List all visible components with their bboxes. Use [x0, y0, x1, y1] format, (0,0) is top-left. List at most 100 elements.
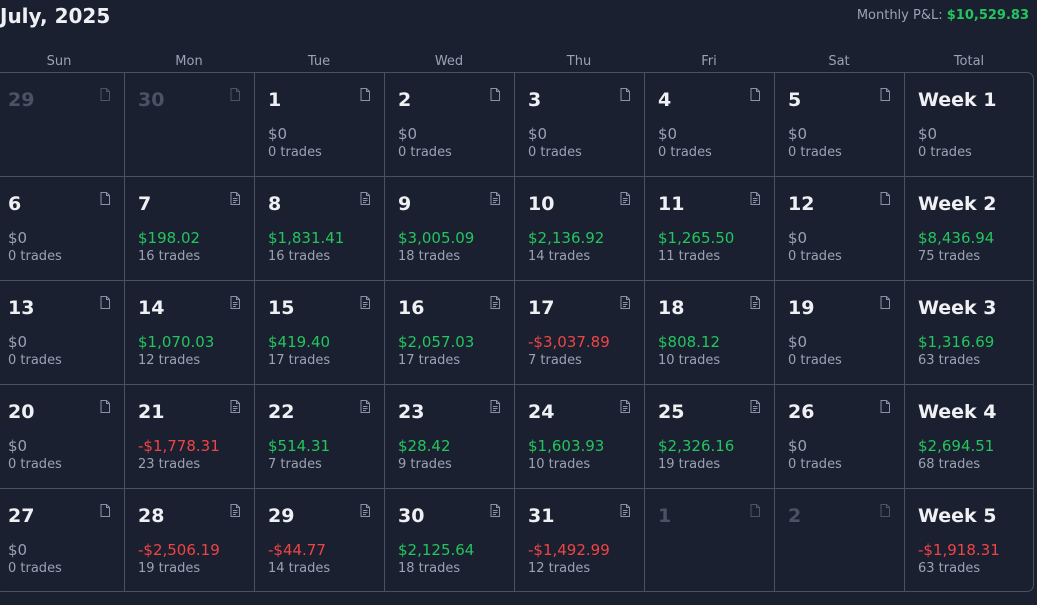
day-number: 22 — [268, 401, 295, 423]
dow-wed: Wed — [434, 54, 464, 69]
blank-note-icon[interactable] — [880, 294, 890, 309]
blank-note-icon[interactable] — [360, 86, 370, 101]
day-cell[interactable]: 23 $28.42 9 trades — [385, 385, 515, 489]
blank-note-icon[interactable] — [490, 86, 500, 101]
note-icon[interactable] — [490, 502, 500, 517]
note-icon[interactable] — [360, 398, 370, 413]
note-icon[interactable] — [490, 398, 500, 413]
day-cell[interactable]: 8 $1,831.41 16 trades — [255, 177, 385, 281]
day-cell[interactable]: 13 $0 0 trades — [0, 281, 125, 385]
day-trade-count: 18 trades — [398, 249, 461, 264]
day-cell[interactable]: 4 $0 0 trades — [645, 73, 775, 177]
day-number: 1 — [658, 505, 672, 527]
day-number: 9 — [398, 193, 412, 215]
month-title: July, 2025 — [0, 4, 111, 28]
note-icon[interactable] — [620, 294, 630, 309]
note-icon[interactable] — [360, 294, 370, 309]
day-cell[interactable]: 1 — [645, 489, 775, 591]
blank-note-icon[interactable] — [100, 190, 110, 205]
note-icon[interactable] — [230, 502, 240, 517]
day-cell[interactable]: 31 -$1,492.99 12 trades — [515, 489, 645, 591]
day-cell[interactable]: 5 $0 0 trades — [775, 73, 905, 177]
day-cell[interactable]: 2 $0 0 trades — [385, 73, 515, 177]
day-cell[interactable]: 18 $808.12 10 trades — [645, 281, 775, 385]
day-cell[interactable]: 1 $0 0 trades — [255, 73, 385, 177]
day-cell[interactable]: 10 $2,136.92 14 trades — [515, 177, 645, 281]
day-cell[interactable]: 16 $2,057.03 17 trades — [385, 281, 515, 385]
note-icon[interactable] — [490, 294, 500, 309]
note-icon[interactable] — [230, 190, 240, 205]
note-icon[interactable] — [360, 190, 370, 205]
day-trade-count: 0 trades — [528, 145, 582, 160]
day-pnl: $0 — [8, 229, 28, 247]
blank-note-icon[interactable] — [100, 502, 110, 517]
blank-note-icon[interactable] — [100, 294, 110, 309]
day-cell[interactable]: 29 — [0, 73, 125, 177]
note-icon[interactable] — [230, 294, 240, 309]
day-cell[interactable]: 21 -$1,778.31 23 trades — [125, 385, 255, 489]
blank-note-icon — [880, 502, 890, 517]
day-cell[interactable]: 17 -$3,037.89 7 trades — [515, 281, 645, 385]
day-number: 31 — [528, 505, 555, 527]
day-cell[interactable]: 14 $1,070.03 12 trades — [125, 281, 255, 385]
day-cell[interactable]: 12 $0 0 trades — [775, 177, 905, 281]
week-trade-count: 68 trades — [918, 457, 981, 472]
day-trade-count: 10 trades — [528, 457, 591, 472]
day-cell[interactable]: 7 $198.02 16 trades — [125, 177, 255, 281]
day-number: 28 — [138, 505, 165, 527]
blank-note-icon[interactable] — [750, 86, 760, 101]
note-icon[interactable] — [490, 190, 500, 205]
day-cell[interactable]: 9 $3,005.09 18 trades — [385, 177, 515, 281]
note-icon[interactable] — [620, 398, 630, 413]
day-cell[interactable]: 2 — [775, 489, 905, 591]
day-trade-count: 7 trades — [528, 353, 582, 368]
day-cell[interactable]: 22 $514.31 7 trades — [255, 385, 385, 489]
day-pnl: $1,831.41 — [268, 229, 345, 247]
day-trade-count: 16 trades — [138, 249, 201, 264]
week-pnl: -$1,918.31 — [918, 541, 1000, 559]
day-trade-count: 12 trades — [138, 353, 201, 368]
day-cell[interactable]: 19 $0 0 trades — [775, 281, 905, 385]
dow-mon: Mon — [175, 54, 203, 69]
note-icon[interactable] — [360, 502, 370, 517]
note-icon[interactable] — [750, 398, 760, 413]
day-cell[interactable]: 27 $0 0 trades — [0, 489, 125, 591]
day-cell[interactable]: 29 -$44.77 14 trades — [255, 489, 385, 591]
day-pnl: $198.02 — [138, 229, 201, 247]
week-label: Week 1 — [918, 89, 997, 111]
day-number: 5 — [788, 89, 802, 111]
day-cell[interactable]: 20 $0 0 trades — [0, 385, 125, 489]
day-cell[interactable]: 26 $0 0 trades — [775, 385, 905, 489]
day-pnl: $0 — [788, 333, 808, 351]
day-number: 26 — [788, 401, 815, 423]
day-trade-count: 12 trades — [528, 561, 591, 576]
blank-note-icon[interactable] — [880, 86, 890, 101]
note-icon[interactable] — [750, 190, 760, 205]
week-trade-count: 63 trades — [918, 561, 981, 576]
day-cell[interactable]: 30 — [125, 73, 255, 177]
week-trade-count: 63 trades — [918, 353, 981, 368]
note-icon[interactable] — [620, 190, 630, 205]
day-cell[interactable]: 28 -$2,506.19 19 trades — [125, 489, 255, 591]
day-cell[interactable]: 6 $0 0 trades — [0, 177, 125, 281]
blank-note-icon[interactable] — [620, 86, 630, 101]
note-icon[interactable] — [750, 294, 760, 309]
day-cell[interactable]: 30 $2,125.64 18 trades — [385, 489, 515, 591]
blank-note-icon — [100, 86, 110, 101]
day-cell[interactable]: 11 $1,265.50 11 trades — [645, 177, 775, 281]
note-icon[interactable] — [620, 502, 630, 517]
day-cell[interactable]: 15 $419.40 17 trades — [255, 281, 385, 385]
day-trade-count: 0 trades — [788, 353, 842, 368]
note-icon[interactable] — [230, 398, 240, 413]
day-cell[interactable]: 24 $1,603.93 10 trades — [515, 385, 645, 489]
day-cell[interactable]: 3 $0 0 trades — [515, 73, 645, 177]
day-pnl: $0 — [788, 229, 808, 247]
day-pnl: $2,326.16 — [658, 437, 735, 455]
blank-note-icon[interactable] — [880, 190, 890, 205]
day-pnl: $2,136.92 — [528, 229, 605, 247]
blank-note-icon[interactable] — [880, 398, 890, 413]
day-cell[interactable]: 25 $2,326.16 19 trades — [645, 385, 775, 489]
day-pnl: $0 — [528, 125, 548, 143]
blank-note-icon[interactable] — [100, 398, 110, 413]
day-number: 2 — [398, 89, 412, 111]
